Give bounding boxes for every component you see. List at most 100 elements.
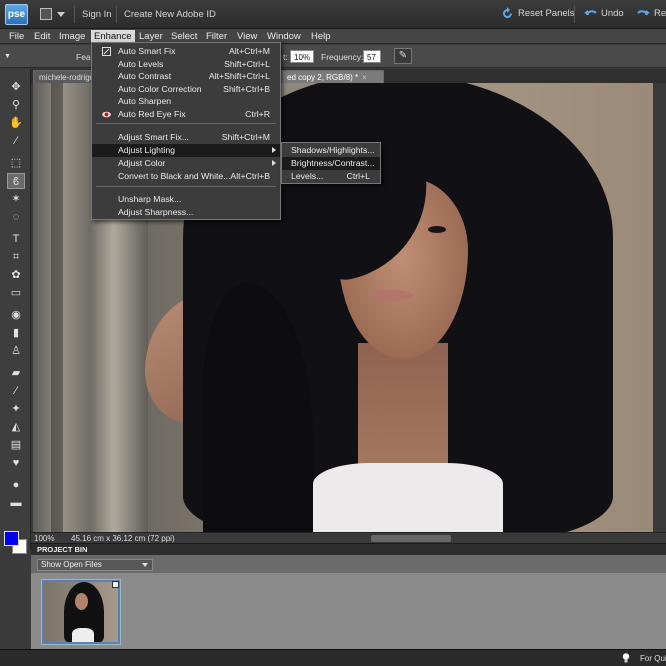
workspace-menu-icon[interactable] [40,8,66,21]
menu-item-brightness-contrast[interactable]: Brightness/Contrast... [282,157,380,170]
sponge-tool-icon[interactable]: ▬ [7,495,25,511]
reset-panels-button[interactable]: Reset Panels [503,7,575,19]
selection-brush-tool-icon[interactable]: ◌ [7,209,25,225]
frequency-label: Frequency: [321,52,364,62]
menu-item-auto-red-eye-fix[interactable]: Auto Red Eye Fix Ctrl+R [92,108,280,121]
menu-image[interactable]: Image [56,30,88,43]
create-adobe-id-link[interactable]: Create New Adobe ID [124,9,216,20]
close-icon[interactable]: × [362,73,367,82]
cookie-cutter-tool-icon[interactable]: ✿ [7,267,25,283]
menu-item-auto-contrast[interactable]: Auto Contrast Alt+Shift+Ctrl+L [92,70,280,83]
menu-item-adjust-color[interactable]: Adjust Color [92,157,280,170]
zoom-level: 100% [34,534,55,543]
title-separator [574,6,575,23]
gradient-tool-icon[interactable]: ▤ [7,437,25,453]
magic-wand-tool-icon[interactable]: ✶ [7,191,25,207]
enhance-menu: Auto Smart Fix Alt+Ctrl+M Auto Levels Shif… [91,42,281,220]
menu-item-convert-black-white[interactable]: Convert to Black and White... Alt+Ctrl+B [92,170,280,183]
red-eye-tool-icon[interactable]: ◉ [7,307,25,323]
smart-fix-icon [102,47,111,56]
project-bin-strip [31,573,666,649]
title-separator [116,6,117,23]
reset-panels-label: Reset Panels [518,8,575,19]
chevron-down-icon [142,563,148,567]
menu-help[interactable]: Help [308,30,334,43]
edit-badge-icon [112,581,119,588]
hand-tool-icon[interactable]: ✋ [7,115,25,131]
clone-stamp-tool-icon[interactable]: ♙ [7,343,25,359]
horizontal-scrollbar[interactable] [371,535,451,542]
eyedropper-tool-icon[interactable]: ⁄ [7,133,25,149]
marquee-tool-icon[interactable]: ⬚ [7,155,25,171]
quick-tips-text[interactable]: For Quic [640,654,666,663]
shape-tool-icon[interactable]: ♥ [7,455,25,471]
bottom-bar: For Quic [0,649,666,666]
menu-file[interactable]: File [6,30,27,43]
menu-item-adjust-lighting[interactable]: Adjust Lighting [92,144,280,157]
photo-neck [358,343,448,483]
tab-active-document[interactable]: ed copy 2, RGB/8) * × [281,70,384,83]
tab-michele-rodriguez[interactable]: michele-rodrigu [33,70,99,83]
eraser-tool-icon[interactable]: ▰ [7,365,25,381]
menu-item-levels[interactable]: Levels... Ctrl+L [282,170,380,183]
undo-icon [584,10,597,16]
app-logo: pse [5,4,28,25]
healing-brush-tool-icon[interactable]: ▮ [7,325,25,341]
frequency-input[interactable]: 57 [363,50,381,63]
red-eye-icon [102,111,111,117]
menu-item-shadows-highlights[interactable]: Shadows/Highlights... [282,144,380,157]
project-bin-header: PROJECT BIN [31,543,666,555]
reset-icon [503,7,512,18]
adjust-lighting-submenu: Shadows/Highlights... Brightness/Contras… [281,142,381,184]
show-select-label: Show Open Files [41,560,102,569]
menu-item-auto-sharpen[interactable]: Auto Sharpen [92,95,280,108]
submenu-arrow-icon [272,147,276,153]
show-open-files-select[interactable]: Show Open Files [37,559,153,571]
tab-label: ed copy 2, RGB/8) * [287,73,359,82]
project-bin-title: PROJECT BIN [37,545,88,554]
menu-item-adjust-smart-fix[interactable]: Adjust Smart Fix... Shift+Ctrl+M [92,131,280,144]
undo-button[interactable]: Undo [584,8,624,19]
menu-item-adjust-sharpness[interactable]: Adjust Sharpness... [92,206,280,219]
brush-tool-icon[interactable]: ∕ [7,383,25,399]
foreground-color-swatch[interactable] [4,531,19,546]
tool-preset-arrow-icon[interactable]: ▼ [4,53,11,60]
type-tool-icon[interactable]: T [7,231,25,247]
lasso-tool-icon[interactable]: ϐ [7,173,25,189]
exposure-label: t: [283,52,288,62]
menu-edit[interactable]: Edit [31,30,53,43]
photo-lips [369,290,413,301]
lightbulb-icon [622,653,630,663]
pen-pressure-icon[interactable]: ✎ [394,48,412,64]
exposure-input[interactable]: 10% [290,50,314,63]
menu-item-unsharp-mask[interactable]: Unsharp Mask... [92,193,280,206]
photoshop-elements-window: pse Sign In Create New Adobe ID Reset Pa… [0,0,666,666]
redo-label: Red [654,8,666,19]
move-tool-icon[interactable]: ✥ [7,79,25,95]
paint-bucket-tool-icon[interactable]: ◭ [7,419,25,435]
title-separator [74,6,75,23]
blur-tool-icon[interactable]: ● [7,477,25,493]
project-bin-panel: Show Open Files [31,555,666,649]
undo-label: Undo [601,8,624,19]
toolbox: ✥ ⚲ ✋ ⁄ ⬚ ϐ ✶ ◌ T ⌗ ✿ ▭ ◉ ▮ ♙ ▰ ∕ ✦ ◭ ▤ … [0,69,31,554]
status-bar: 100% 45.16 cm x 36.12 cm (72 ppi) [31,532,666,543]
submenu-arrow-icon [272,160,276,166]
redo-button[interactable]: Red [637,8,666,19]
menu-item-auto-color-correction[interactable]: Auto Color Correction Shift+Ctrl+B [92,83,280,96]
redo-icon [637,10,650,16]
menu-separator [96,123,276,124]
open-file-thumbnail[interactable] [41,579,121,645]
document-size: 45.16 cm x 36.12 cm (72 ppi) [71,534,175,543]
sign-in-link[interactable]: Sign In [82,9,112,20]
straighten-tool-icon[interactable]: ▭ [7,285,25,301]
tab-label: michele-rodrigu [39,73,95,82]
photo-wood-crack [51,83,63,532]
smart-brush-tool-icon[interactable]: ✦ [7,401,25,417]
menu-separator [96,186,276,187]
zoom-tool-icon[interactable]: ⚲ [7,97,25,113]
title-bar: pse Sign In Create New Adobe ID Reset Pa… [0,0,666,29]
menu-item-auto-smart-fix[interactable]: Auto Smart Fix Alt+Ctrl+M [92,45,280,58]
menu-item-auto-levels[interactable]: Auto Levels Shift+Ctrl+L [92,58,280,71]
crop-tool-icon[interactable]: ⌗ [7,249,25,265]
